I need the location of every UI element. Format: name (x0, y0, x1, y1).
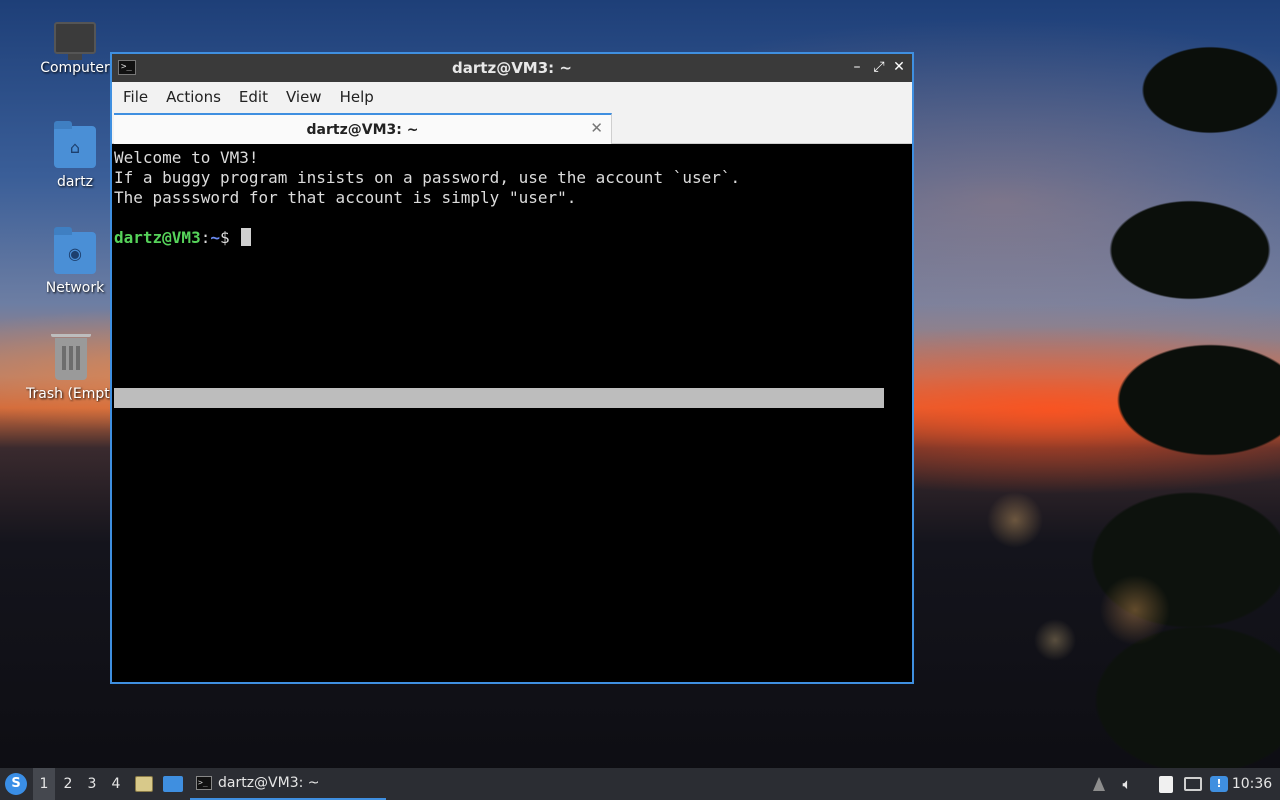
workspace-3[interactable]: 3 (81, 768, 103, 800)
desktop-icon-label: Trash (Empty) (26, 386, 116, 402)
task-label: dartz@VM3: ~ (218, 775, 320, 791)
update-notifier-button[interactable]: ! (1208, 768, 1230, 800)
file-manager-icon (135, 776, 153, 792)
menu-edit[interactable]: Edit (230, 88, 277, 106)
prompt-symbol: $ (219, 228, 240, 247)
start-menu-button[interactable]: S (4, 768, 28, 800)
file-manager-launcher[interactable] (133, 768, 155, 800)
desktop-icon-label: Computer (40, 60, 110, 76)
network-folder-icon: ◉ (54, 227, 96, 274)
text-cursor (241, 228, 252, 246)
clock[interactable]: 10:36 (1230, 768, 1274, 800)
show-desktop-icon (163, 776, 183, 792)
prompt-path: ~ (210, 228, 220, 247)
taskbar-task-terminal[interactable]: >_ dartz@VM3: ~ (190, 768, 386, 800)
minimize-button[interactable]: – (848, 58, 866, 76)
home-folder-icon: ⌂ (54, 121, 96, 168)
lxqt-logo-icon: S (5, 773, 27, 795)
tab-bar: dartz@VM3: ~ ✕ (112, 112, 912, 144)
menu-bar: File Actions Edit View Help (112, 82, 912, 112)
desktop-icon-trash[interactable]: Trash (Empty) (26, 334, 116, 402)
network-button[interactable] (1182, 768, 1204, 800)
close-button[interactable]: ✕ (890, 58, 908, 76)
tab-terminal[interactable]: dartz@VM3: ~ ✕ (114, 113, 612, 144)
wallpaper-city-lights (915, 440, 1215, 770)
window-titlebar[interactable]: >_ dartz@VM3: ~ – ⤢ ✕ (112, 54, 912, 82)
desktop-icon-home[interactable]: ⌂ dartz (30, 121, 120, 190)
volume-icon: 🔈︎ (1122, 775, 1132, 793)
menu-help[interactable]: Help (331, 88, 383, 106)
prompt-separator: : (200, 228, 211, 247)
taskbar: S 1 2 3 4 >_ dartz@VM3: ~ 🔈︎ ! 10:36 (0, 768, 1280, 800)
terminal-output[interactable]: Welcome to VM3! If a buggy program insis… (114, 148, 912, 682)
show-desktop-button[interactable] (162, 768, 184, 800)
window-title: dartz@VM3: ~ (452, 59, 572, 77)
desktop-icon-label: Network (45, 280, 105, 296)
tab-label: dartz@VM3: ~ (306, 121, 419, 138)
menu-view[interactable]: View (277, 88, 331, 106)
terminal-line: Welcome to VM3! (114, 148, 259, 167)
terminal-highlight-bar (114, 388, 884, 408)
prompt-user: dartz@VM3 (114, 228, 201, 247)
desktop-icon-computer[interactable]: Computer (30, 16, 120, 76)
computer-icon (54, 22, 96, 60)
clipboard-button[interactable] (1155, 768, 1177, 800)
terminal-prompt: dartz@VM3:~$ (114, 228, 912, 248)
tray-arrow-icon (1093, 777, 1105, 791)
network-icon (1184, 777, 1202, 791)
menu-actions[interactable]: Actions (157, 88, 230, 106)
terminal-icon: >_ (196, 776, 212, 790)
terminal-line: If a buggy program insists on a password… (114, 168, 741, 187)
maximize-button[interactable]: ⤢ (870, 58, 888, 76)
tray-expand-button[interactable] (1088, 768, 1110, 800)
menu-file[interactable]: File (114, 88, 157, 106)
update-icon: ! (1210, 776, 1228, 792)
workspace-1[interactable]: 1 (33, 768, 55, 800)
workspace-4[interactable]: 4 (105, 768, 127, 800)
volume-button[interactable]: 🔈︎ (1116, 768, 1138, 800)
trash-icon (51, 334, 91, 380)
desktop-icon-label: dartz (56, 174, 94, 190)
terminal-window[interactable]: >_ dartz@VM3: ~ – ⤢ ✕ File Actions Edit … (110, 52, 914, 684)
desktop-icon-network[interactable]: ◉ Network (30, 227, 120, 296)
tab-close-icon[interactable]: ✕ (590, 119, 603, 137)
terminal-app-icon[interactable]: >_ (118, 60, 136, 75)
clipboard-icon (1159, 775, 1173, 793)
terminal-line: The passsword for that account is simply… (114, 188, 577, 207)
workspace-2[interactable]: 2 (57, 768, 79, 800)
